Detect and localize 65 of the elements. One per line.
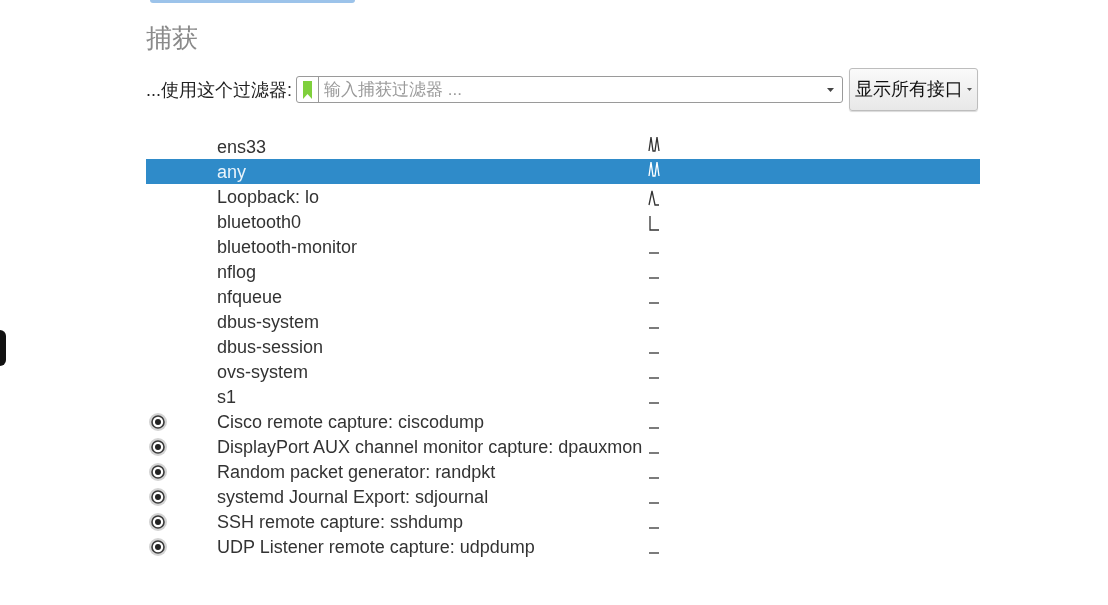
- dropdown-caret-icon: [827, 87, 834, 92]
- disc-icon: [149, 412, 167, 431]
- interface-row[interactable]: Loopback: lo: [146, 184, 980, 209]
- traffic-sparkline: [648, 352, 660, 354]
- interface-name: Random packet generator: randpkt: [217, 460, 497, 483]
- interface-name: DisplayPort AUX channel monitor capture: dpauxmon: [217, 435, 644, 458]
- interface-name: systemd Journal Export: sdjournal: [217, 485, 490, 508]
- interface-name: nfqueue: [217, 285, 284, 308]
- interface-name: Loopback: lo: [217, 185, 321, 208]
- interface-row[interactable]: UDP Listener remote capture: udpdump: [146, 534, 980, 559]
- interface-name: ovs-system: [217, 360, 309, 383]
- traffic-sparkline: [648, 427, 660, 429]
- bookmark-icon: [303, 80, 312, 99]
- interface-name: nflog: [217, 260, 258, 283]
- interface-name: s1: [217, 385, 237, 408]
- interface-row[interactable]: ovs-system: [146, 359, 980, 384]
- traffic-sparkline: [648, 477, 660, 479]
- disc-icon: [149, 462, 167, 481]
- interface-row[interactable]: SSH remote capture: sshdump: [146, 509, 980, 534]
- interface-name: dbus-system: [217, 310, 321, 333]
- traffic-sparkline: [648, 502, 660, 504]
- traffic-sparkline: [648, 377, 660, 379]
- interface-name: UDP Listener remote capture: udpdump: [217, 535, 536, 558]
- disc-icon: [149, 437, 167, 456]
- show-all-interfaces-button[interactable]: 显示所有接口: [849, 68, 978, 111]
- traffic-sparkline: [648, 552, 660, 554]
- filter-label: ...使用这个过滤器:: [146, 78, 292, 101]
- filter-combo-box[interactable]: 输入捕获过滤器 ...: [296, 76, 843, 103]
- filter-input[interactable]: 输入捕获过滤器 ...: [324, 78, 827, 101]
- interface-row[interactable]: nflog: [146, 259, 980, 284]
- disc-icon: [149, 512, 167, 531]
- traffic-sparkline: [648, 527, 660, 529]
- interface-name: dbus-session: [217, 335, 325, 358]
- traffic-sparkline: [648, 136, 660, 152]
- interface-row[interactable]: bluetooth-monitor: [146, 234, 980, 259]
- interface-row[interactable]: nfqueue: [146, 284, 980, 309]
- traffic-sparkline: [648, 302, 660, 304]
- traffic-sparkline: [648, 190, 660, 206]
- interface-name: bluetooth0: [217, 210, 303, 233]
- traffic-sparkline: [648, 161, 660, 177]
- traffic-sparkline: [648, 402, 660, 404]
- interface-row[interactable]: bluetooth0: [146, 209, 980, 234]
- disc-icon: [149, 537, 167, 556]
- interface-name: bluetooth-monitor: [217, 235, 359, 258]
- interface-row[interactable]: ens33: [146, 134, 980, 159]
- traffic-sparkline: [648, 252, 660, 254]
- interface-row[interactable]: systemd Journal Export: sdjournal: [146, 484, 980, 509]
- interface-row[interactable]: s1: [146, 384, 980, 409]
- interface-row[interactable]: Cisco remote capture: ciscodump: [146, 409, 980, 434]
- interface-name: Cisco remote capture: ciscodump: [217, 410, 486, 433]
- interface-name: any: [217, 160, 248, 183]
- traffic-sparkline: [648, 277, 660, 279]
- interface-name: SSH remote capture: sshdump: [217, 510, 465, 533]
- traffic-sparkline: [648, 452, 660, 454]
- interface-row[interactable]: DisplayPort AUX channel monitor capture: dpauxmon: [146, 434, 980, 459]
- caret-icon: [967, 88, 972, 91]
- disc-icon: [149, 487, 167, 506]
- traffic-sparkline: [648, 215, 660, 231]
- interface-row[interactable]: Random packet generator: randpkt: [146, 459, 980, 484]
- traffic-sparkline: [648, 327, 660, 329]
- section-title: 捕获: [146, 22, 198, 54]
- interface-row[interactable]: dbus-system: [146, 309, 980, 334]
- interface-row[interactable]: dbus-session: [146, 334, 980, 359]
- dark-shape: [0, 330, 6, 366]
- interface-name: ens33: [217, 135, 268, 158]
